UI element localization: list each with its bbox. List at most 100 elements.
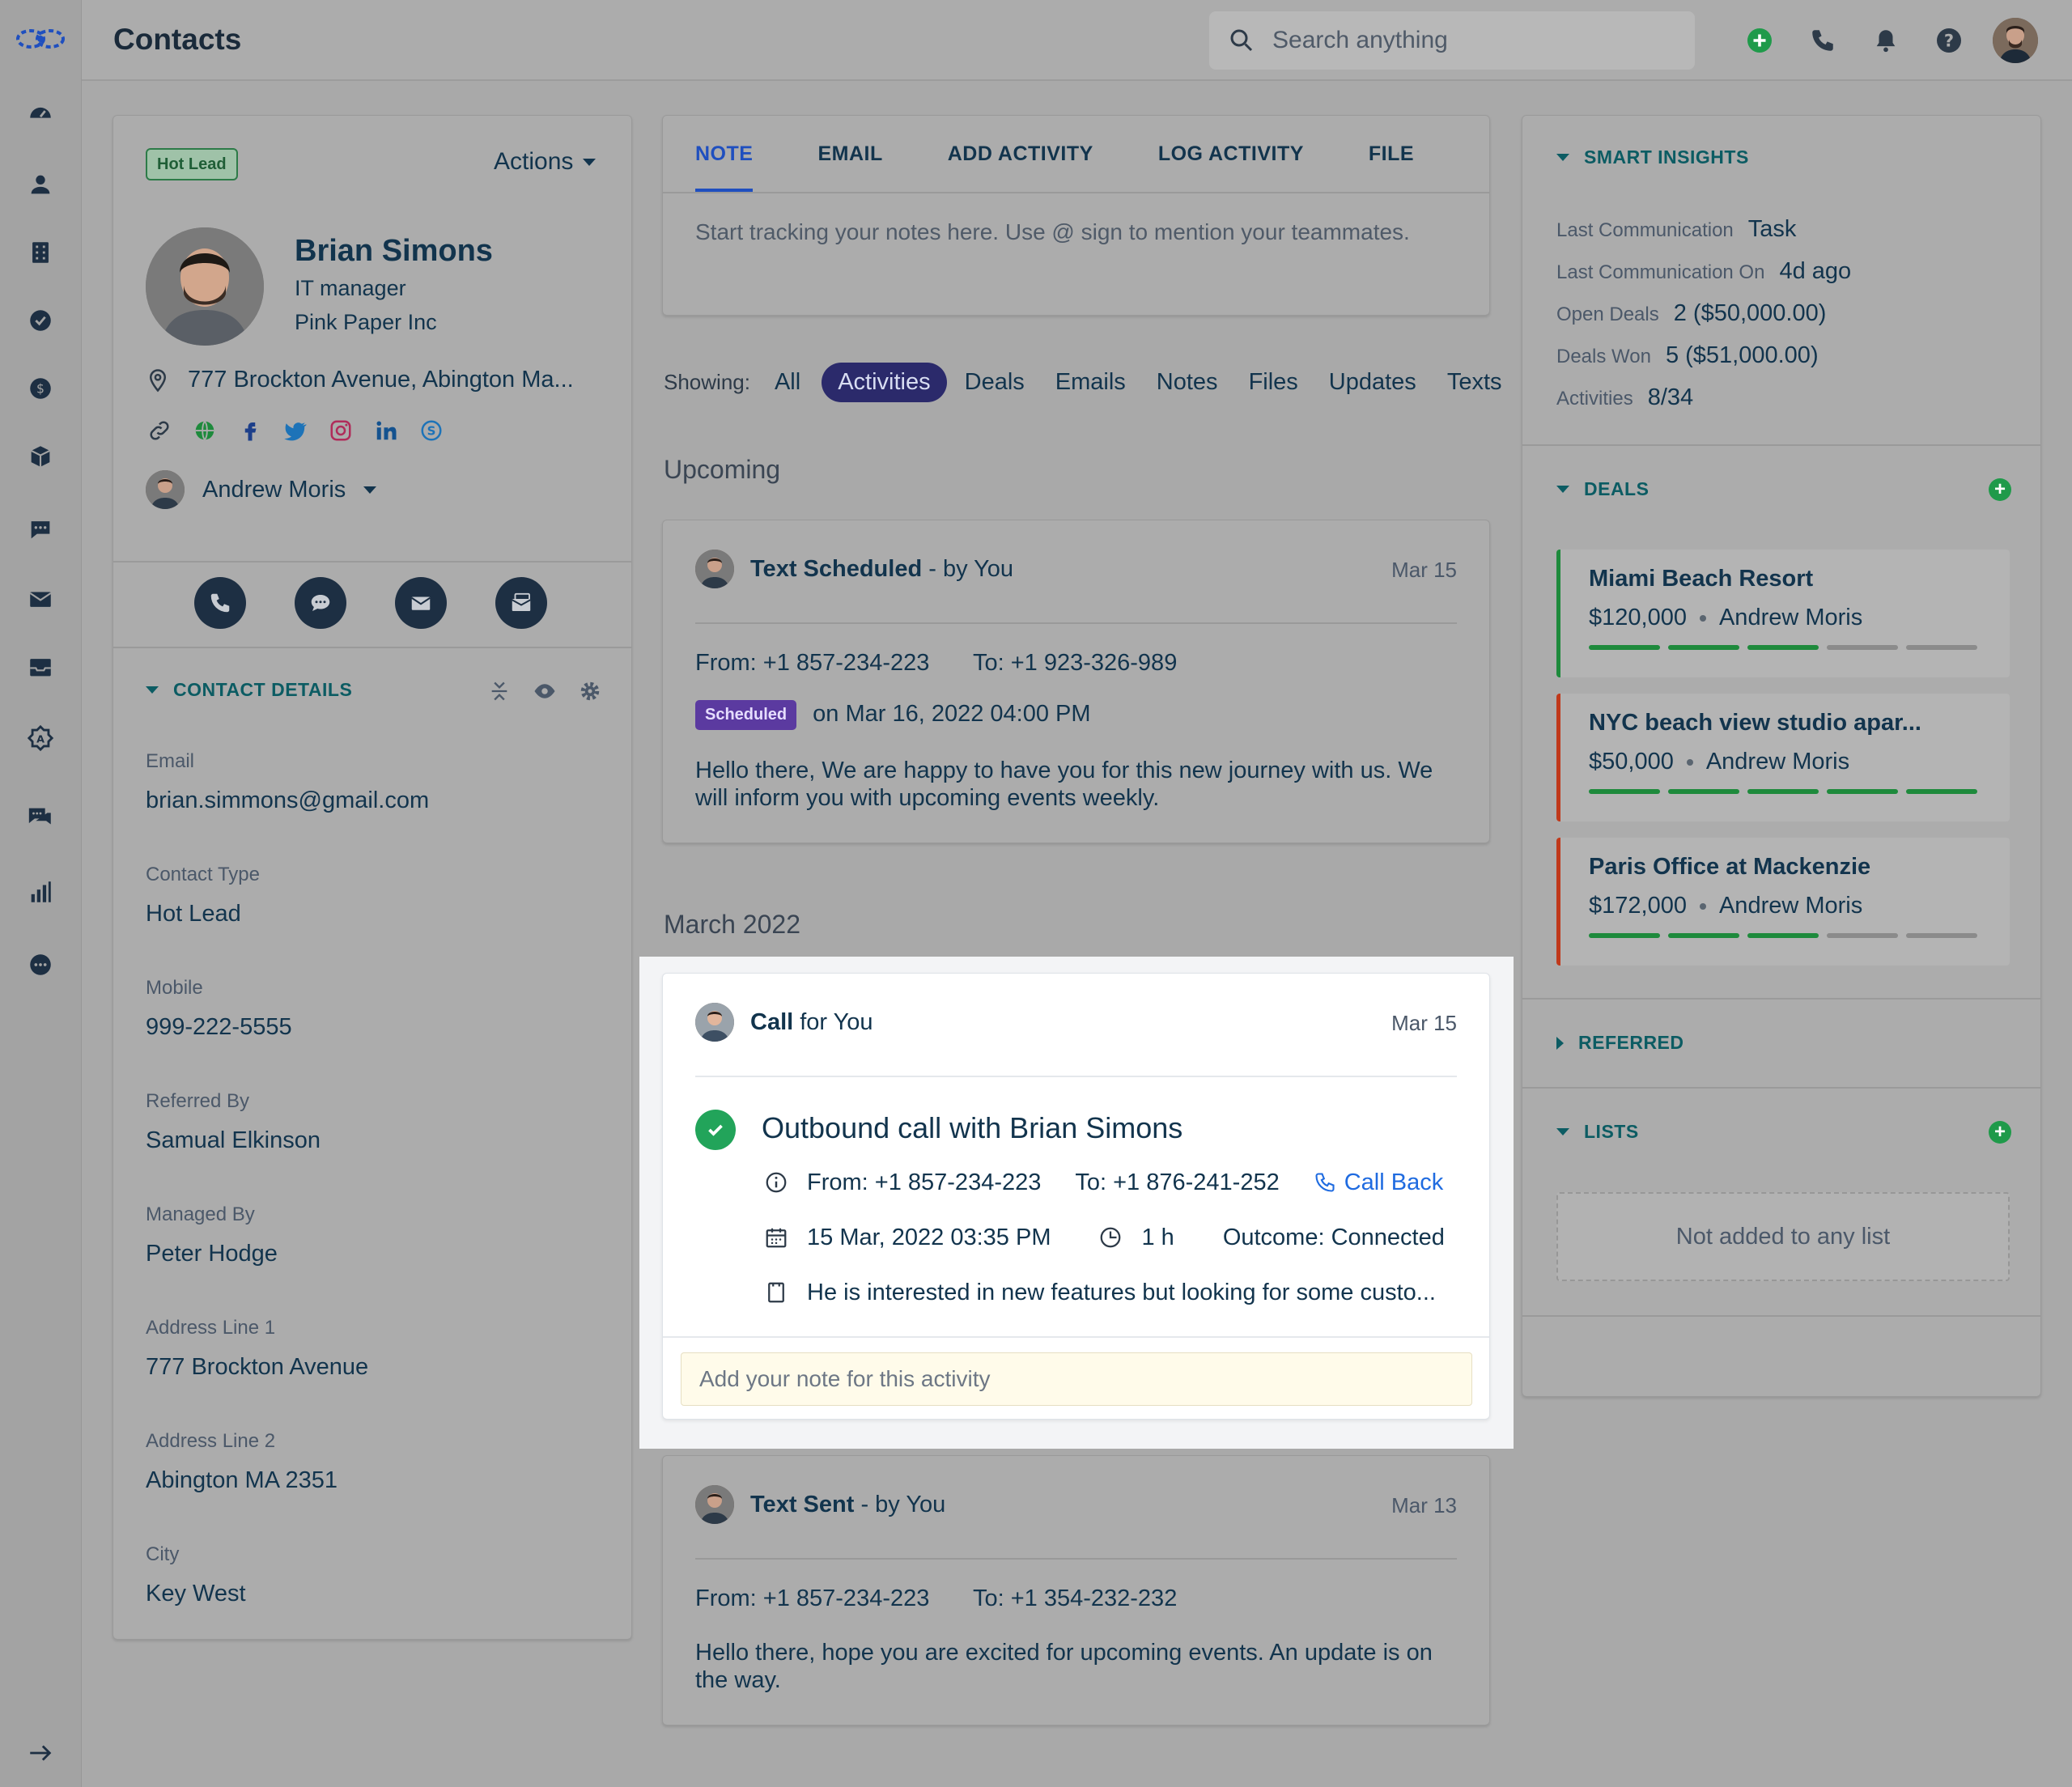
gear-icon[interactable] [576,677,604,705]
managed-by-value[interactable]: Peter Hodge [146,1241,278,1267]
divider [1522,1087,2040,1089]
mail-icon[interactable] [24,583,57,615]
inbox-icon[interactable] [24,651,57,683]
svg-text:?: ? [1944,32,1954,51]
website-globe-icon[interactable] [191,417,219,444]
tab-log-activity[interactable]: LOG ACTIVITY [1158,116,1304,192]
text-numbers: From: +1 857-234-223 To: +1 923-326-989 [695,650,1177,677]
insight-last-communication-on: Last Communication On 4d ago [1556,258,1851,285]
automation-icon[interactable]: A [24,722,57,754]
svg-text:A: A [36,734,45,746]
app-logo[interactable] [15,23,66,55]
deal-owner: Andrew Moris [1705,749,1850,775]
city-value[interactable]: Key West [146,1581,246,1607]
tab-email[interactable]: EMAIL [817,116,882,192]
linkedin-icon[interactable] [372,417,400,444]
conversations-icon[interactable] [24,801,57,834]
activity-note-input[interactable] [681,1352,1472,1406]
referred-toggle[interactable]: REFERRED [1556,1032,1684,1054]
expand-arrow-icon[interactable] [24,1737,57,1769]
deal-card[interactable]: NYC beach view studio apar... $50,000 And… [1556,694,2010,821]
contacts-icon[interactable] [24,168,57,201]
filter-updates[interactable]: Updates [1329,369,1416,396]
email-button[interactable] [395,577,447,629]
search-input[interactable] [1272,27,1677,54]
insight-label: Last Communication [1556,219,1734,241]
filter-notes[interactable]: Notes [1157,369,1218,396]
smart-insights-toggle[interactable]: SMART INSIGHTS [1556,146,1749,168]
accounts-icon[interactable] [24,236,57,269]
notifications-bell-icon[interactable] [1870,24,1902,57]
completed-check-icon[interactable] [695,1110,736,1150]
phone-icon[interactable] [1807,24,1839,57]
note-input[interactable] [695,219,1472,245]
mobile-value[interactable]: 999-222-5555 [146,1014,292,1041]
address-line-1-value[interactable]: 777 Brockton Avenue [146,1354,368,1381]
filter-texts[interactable]: Texts [1447,369,1502,396]
filter-activities[interactable]: Activities [822,363,947,402]
quick-add-icon[interactable] [1743,24,1776,57]
contact-details-toggle[interactable]: CONTACT DETAILS [146,679,352,701]
sms-button[interactable] [295,577,346,629]
actions-dropdown[interactable]: Actions [494,148,597,176]
email-value[interactable]: brian.simmons@gmail.com [146,787,429,814]
deal-name: Paris Office at Mackenzie [1589,854,1871,880]
schedule-row: Scheduled on Mar 16, 2022 04:00 PM [695,700,1091,730]
reports-icon[interactable] [24,876,57,908]
deal-card[interactable]: Paris Office at Mackenzie $172,000 Andrew… [1556,838,2010,966]
instagram-icon[interactable] [327,417,355,444]
contact-name: Brian Simons [295,234,493,268]
tab-add-activity[interactable]: ADD ACTIVITY [948,116,1093,192]
facebook-icon[interactable] [236,417,264,444]
contact-owner-selector[interactable]: Andrew Moris [146,470,377,509]
activity-title: Text Scheduled [750,555,923,582]
more-icon[interactable] [24,949,57,981]
dashboard-icon[interactable] [24,97,57,129]
filter-files[interactable]: Files [1249,369,1298,396]
filter-all[interactable]: All [775,369,800,396]
deal-owner: Andrew Moris [1718,605,1863,630]
referred-heading: REFERRED [1578,1032,1684,1053]
tab-note[interactable]: NOTE [695,116,754,192]
insight-label: Last Communication On [1556,261,1765,283]
tab-file[interactable]: FILE [1369,116,1414,192]
text-numbers: From: +1 857-234-223 To: +1 354-232-232 [695,1585,1177,1612]
divider [695,1558,1457,1560]
deal-name: Miami Beach Resort [1589,566,1814,592]
lists-empty-state: Not added to any list [1556,1192,2010,1281]
scheduled-text-card[interactable]: Text Scheduled - by You Mar 15 From: +1 … [662,520,1490,843]
chat-icon[interactable] [24,513,57,545]
lists-toggle[interactable]: LISTS [1556,1121,1639,1143]
deals-icon[interactable]: $ [24,372,57,405]
activity-author: - by You [860,1491,946,1517]
skype-icon[interactable]: S [418,417,445,444]
global-search[interactable] [1209,11,1695,70]
call-button[interactable] [194,577,246,629]
call-back-link[interactable]: Call Back [1314,1169,1443,1196]
sent-text-card[interactable]: Text Sent - by You Mar 13 From: +1 857-2… [662,1455,1490,1725]
bulk-email-button[interactable] [495,577,547,629]
add-list-icon[interactable]: + [1989,1121,2011,1144]
filter-deals[interactable]: Deals [965,369,1025,396]
contact-type-value[interactable]: Hot Lead [146,901,241,927]
deal-card[interactable]: Miami Beach Resort $120,000 Andrew Moris [1556,550,2010,677]
call-activity-card[interactable]: Call for You Mar 15 Outbound call with B… [662,973,1490,1420]
deals-heading: DEALS [1584,478,1650,499]
address-line-2-value[interactable]: Abington MA 2351 [146,1467,338,1494]
chevron-down-icon [146,686,159,694]
eye-icon[interactable] [531,677,558,705]
help-icon[interactable]: ? [1933,24,1965,57]
tasks-icon[interactable] [24,304,57,337]
twitter-icon[interactable] [282,417,309,444]
referred-by-value[interactable]: Samual Elkinson [146,1127,321,1154]
products-icon[interactable] [24,440,57,473]
add-deal-icon[interactable]: + [1989,478,2011,501]
activity-date: Mar 15 [1391,558,1457,582]
filter-emails[interactable]: Emails [1055,369,1126,396]
user-avatar[interactable] [1993,18,2038,63]
deals-toggle[interactable]: DEALS [1556,478,1649,500]
link-icon[interactable] [146,417,173,444]
to-number: To: +1 354-232-232 [972,1585,1178,1611]
collapse-icon[interactable] [486,677,513,705]
deal-name: NYC beach view studio apar... [1589,710,1921,736]
